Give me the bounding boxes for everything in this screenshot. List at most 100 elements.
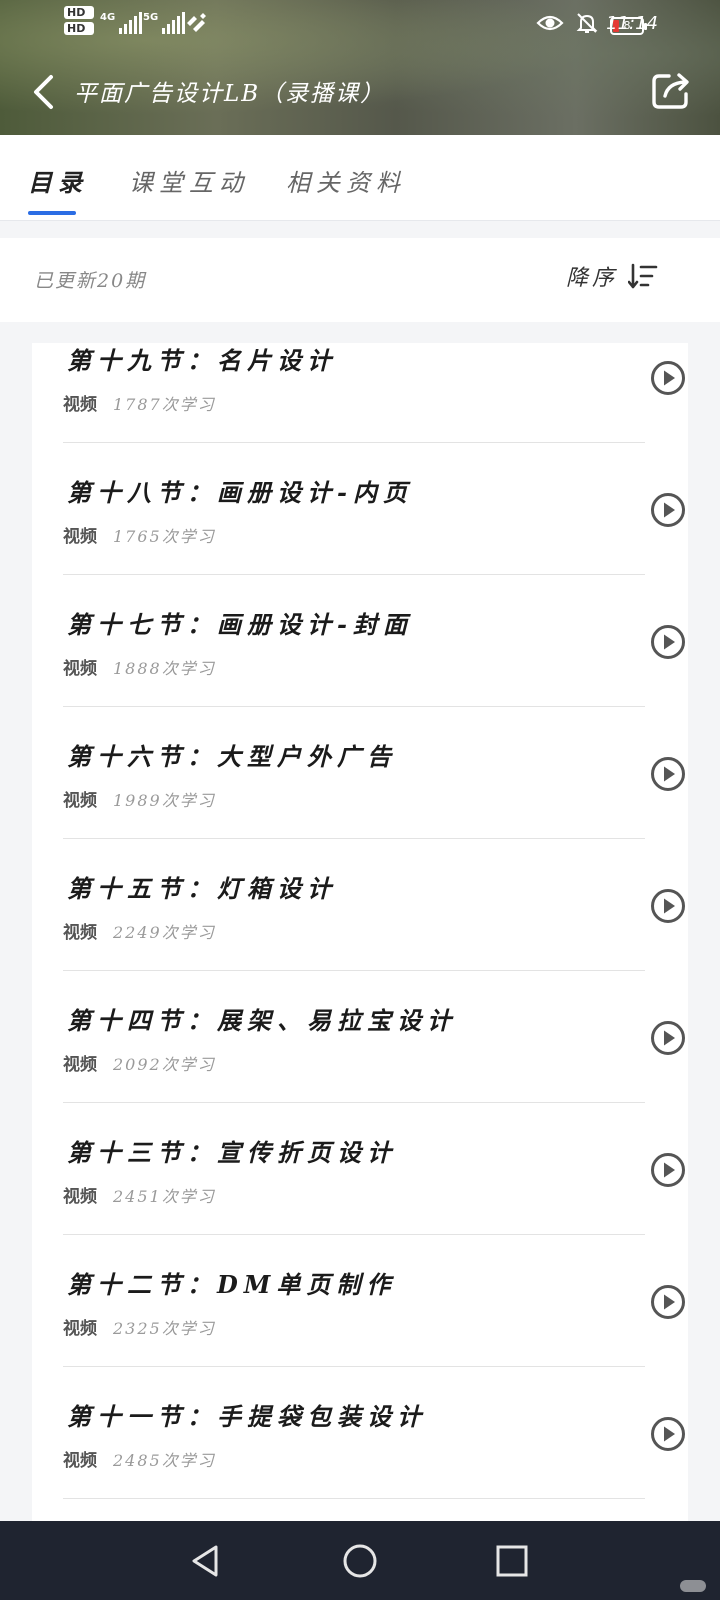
share-icon xyxy=(652,73,689,109)
update-count: 已更新20期 xyxy=(34,270,147,292)
lesson-title: 第十九节：名片设计 xyxy=(67,346,337,375)
play-icon xyxy=(651,1021,685,1055)
play-icon xyxy=(651,625,685,659)
lesson-type: 视频 xyxy=(63,1319,97,1339)
back-button[interactable] xyxy=(24,68,64,116)
lesson-view-count: 1787次学习 xyxy=(113,395,216,414)
signal-2-icon: 5G xyxy=(143,12,186,34)
eye-icon xyxy=(536,13,564,38)
status-bar: HD HD 4G 5G 8 11:14 xyxy=(0,0,720,50)
lesson-meta: 视频 2092次学习 xyxy=(63,1050,216,1075)
floating-handle[interactable] xyxy=(680,1580,706,1592)
lesson-view-count: 2325次学习 xyxy=(113,1319,216,1338)
signal-1-icon: 4G xyxy=(100,12,143,34)
lesson-meta: 视频 1888次学习 xyxy=(63,654,216,679)
lesson-title: 第十五节：灯箱设计 xyxy=(67,874,337,903)
play-button[interactable] xyxy=(650,1284,686,1320)
network-1-label: 4G xyxy=(100,12,116,23)
sort-label: 降序 xyxy=(565,266,618,291)
play-icon xyxy=(651,757,685,791)
tab-classroom-interaction[interactable]: 课堂互动 xyxy=(129,163,249,198)
clock: 11:14 xyxy=(606,13,658,34)
lesson-meta: 视频 1989次学习 xyxy=(63,786,216,811)
lesson-type: 视频 xyxy=(63,395,97,415)
tab-catalog[interactable]: 目录 xyxy=(28,163,88,198)
lesson-item[interactable]: 第十二节：DM单页制作视频 2325次学习 xyxy=(63,1235,685,1367)
nav-recents-button[interactable] xyxy=(490,1539,534,1583)
play-button[interactable] xyxy=(650,1020,686,1056)
page-title: 平面广告设计LB（录播课） xyxy=(74,81,386,107)
lesson-meta: 视频 2451次学习 xyxy=(63,1182,216,1207)
lesson-type: 视频 xyxy=(63,1187,97,1207)
lesson-title: 第十三节：宣传折页设计 xyxy=(67,1138,397,1167)
play-button[interactable] xyxy=(650,492,686,528)
lesson-meta: 视频 1787次学习 xyxy=(63,390,216,415)
lesson-type: 视频 xyxy=(63,923,97,943)
play-button[interactable] xyxy=(650,888,686,924)
nav-home-icon xyxy=(343,1544,377,1578)
lesson-type: 视频 xyxy=(63,1451,97,1471)
play-icon xyxy=(651,889,685,923)
play-button[interactable] xyxy=(650,360,686,396)
lesson-type: 视频 xyxy=(63,791,97,811)
tab-related-materials[interactable]: 相关资料 xyxy=(286,163,406,198)
lesson-title: 第十二节：DM单页制作 xyxy=(67,1270,397,1299)
play-icon xyxy=(651,493,685,527)
sim2-hd-badge: HD xyxy=(64,22,94,35)
share-button[interactable] xyxy=(648,66,696,114)
lesson-title: 第十六节：大型户外广告 xyxy=(67,742,397,771)
nav-back-icon xyxy=(192,1545,218,1577)
lesson-item[interactable]: 第十九节：名片设计视频 1787次学习 xyxy=(63,343,685,443)
network-2-label: 5G xyxy=(143,12,159,23)
header: HD HD 4G 5G 8 11:14 平面广告设计LB（录播课） xyxy=(0,0,720,135)
active-tab-indicator xyxy=(28,211,76,215)
title-bar: 平面广告设计LB（录播课） xyxy=(0,58,720,128)
lesson-view-count: 1989次学习 xyxy=(113,791,216,810)
play-button[interactable] xyxy=(650,756,686,792)
tab-bar: 目录 课堂互动 相关资料 xyxy=(0,135,720,221)
lesson-meta: 视频 2325次学习 xyxy=(63,1314,216,1339)
lesson-title: 第十四节：展架、易拉宝设计 xyxy=(67,1006,457,1035)
lesson-meta: 视频 1765次学习 xyxy=(63,522,216,547)
lesson-view-count: 2451次学习 xyxy=(113,1187,216,1206)
play-button[interactable] xyxy=(650,1416,686,1452)
play-icon xyxy=(651,1153,685,1187)
lesson-type: 视频 xyxy=(63,1055,97,1075)
lesson-item[interactable]: 第十三节：宣传折页设计视频 2451次学习 xyxy=(63,1103,685,1235)
nav-home-button[interactable] xyxy=(338,1539,382,1583)
nav-recents-icon xyxy=(496,1545,528,1577)
play-icon xyxy=(651,1285,685,1319)
lesson-view-count: 1888次学习 xyxy=(113,659,216,678)
lesson-meta: 视频 2485次学习 xyxy=(63,1446,216,1471)
back-arrow-icon xyxy=(34,75,53,109)
play-button[interactable] xyxy=(650,624,686,660)
lesson-item[interactable]: 第十七节：画册设计-封面 视频 1888次学习 xyxy=(63,575,685,707)
lesson-type: 视频 xyxy=(63,527,97,547)
sim1-hd-badge: HD xyxy=(64,6,94,19)
lesson-item[interactable]: 第十六节：大型户外广告视频 1989次学习 xyxy=(63,707,685,839)
lesson-view-count: 2092次学习 xyxy=(113,1055,216,1074)
lesson-list: 第十九节：名片设计 视频 1787次学习 第十八节：画册设计-内页 视频 1765次学习第… xyxy=(32,343,688,1523)
lesson-view-count: 1765次学习 xyxy=(113,527,216,546)
play-icon xyxy=(651,361,685,395)
lesson-item[interactable]: 第十五节：灯箱设计视频 2249次学习 xyxy=(63,839,685,971)
lesson-type: 视频 xyxy=(63,659,97,679)
list-subheader: 已更新20期 降序 xyxy=(0,238,720,322)
hotspot-icon xyxy=(184,12,210,39)
play-icon xyxy=(651,1417,685,1451)
lesson-meta: 视频 2249次学习 xyxy=(63,918,216,943)
lesson-view-count: 2485次学习 xyxy=(113,1451,216,1470)
lesson-title: 第十八节：画册设计-内页 xyxy=(67,478,413,507)
play-button[interactable] xyxy=(650,1152,686,1188)
sort-button[interactable]: 降序 xyxy=(566,260,658,292)
lesson-title: 第十一节：手提袋包装设计 xyxy=(67,1402,427,1431)
sort-descending-icon xyxy=(628,263,658,289)
nav-back-button[interactable] xyxy=(183,1539,227,1583)
lesson-view-count: 2249次学习 xyxy=(113,923,216,942)
bell-off-icon xyxy=(576,12,598,39)
sim-indicators: HD HD xyxy=(64,6,94,35)
lesson-item[interactable]: 第十四节：展架、易拉宝设计视频 2092次学习 xyxy=(63,971,685,1103)
lesson-item[interactable]: 第十八节：画册设计-内页视频 1765次学习 xyxy=(63,443,685,575)
lesson-item[interactable]: 第十一节：手提袋包装设计视频 2485次学习 xyxy=(63,1367,685,1499)
system-nav-bar xyxy=(0,1521,720,1600)
